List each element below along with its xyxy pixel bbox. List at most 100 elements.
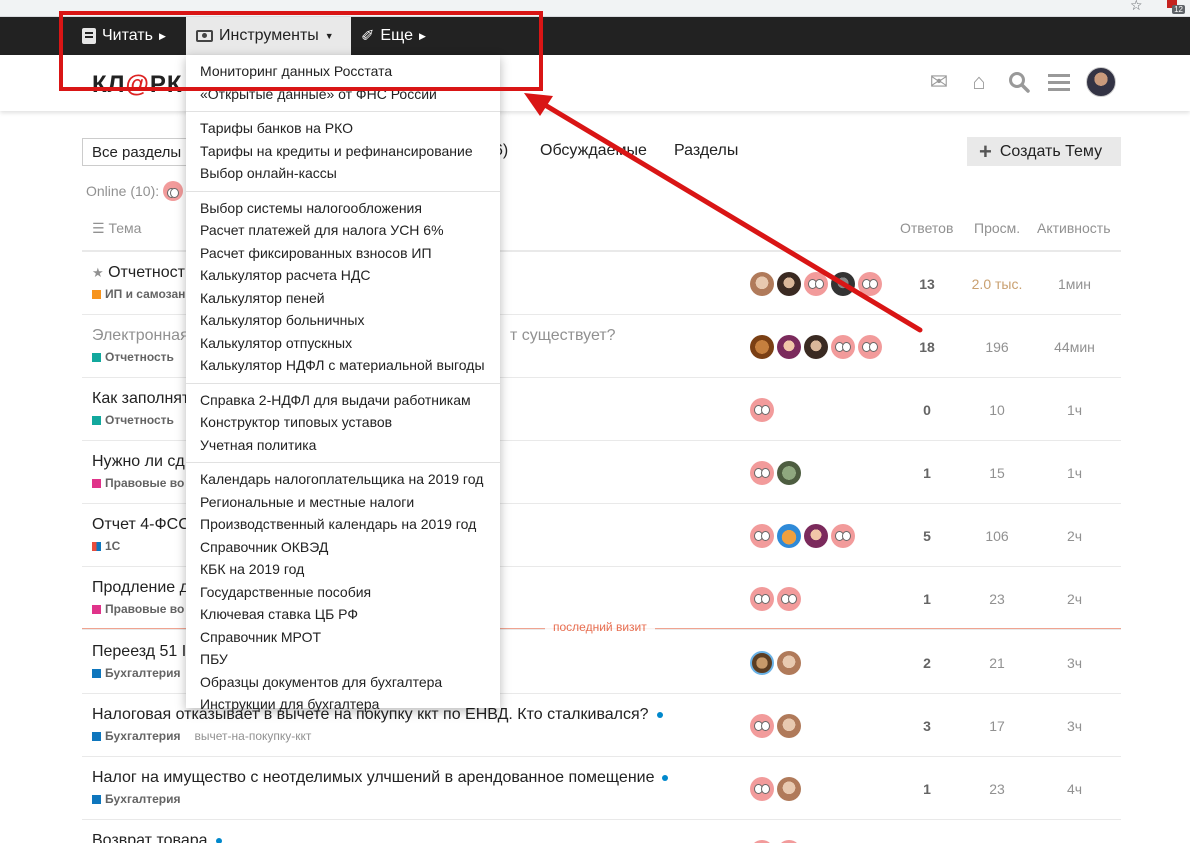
topic-category[interactable]: ИП и самозан — [92, 287, 185, 301]
reply-count[interactable]: 1 — [902, 465, 952, 481]
poster-avatar[interactable] — [750, 587, 774, 611]
poster-avatar[interactable] — [831, 524, 855, 548]
poster-avatar[interactable] — [750, 272, 774, 296]
topic-title[interactable]: ★ Отчетност — [92, 264, 185, 282]
search-icon[interactable] — [1006, 69, 1032, 95]
topic-category[interactable]: Правовые во — [92, 476, 184, 490]
poster-avatar[interactable] — [750, 651, 774, 675]
dropdown-menu-item[interactable]: Расчет фиксированных взносов ИП — [186, 242, 500, 265]
dropdown-menu-item[interactable]: Расчет платежей для налога УСН 6% — [186, 219, 500, 242]
online-user-avatar[interactable] — [163, 181, 184, 201]
column-views[interactable]: Просм. — [974, 220, 1020, 236]
poster-avatar[interactable] — [777, 272, 801, 296]
dropdown-menu-item[interactable]: Выбор онлайн-кассы — [186, 162, 500, 185]
dropdown-menu-item[interactable]: Тарифы банков на РКО — [186, 117, 500, 140]
poster-avatar[interactable] — [777, 461, 801, 485]
nav-read[interactable]: Читать ▶ — [72, 17, 176, 55]
poster-avatar[interactable] — [858, 272, 882, 296]
topic-title[interactable]: Нужно ли сд — [92, 453, 185, 471]
topic-title[interactable]: Отчет 4-ФСС — [92, 516, 190, 534]
dropdown-menu-item[interactable]: Инструкции для бухгалтера — [186, 693, 500, 716]
user-avatar[interactable] — [1086, 67, 1116, 97]
poster-avatar[interactable] — [750, 398, 774, 422]
reply-count[interactable]: 3 — [902, 718, 952, 734]
poster-avatar[interactable] — [750, 461, 774, 485]
category-select[interactable]: Все разделы — [82, 138, 192, 166]
bookmark-star-icon[interactable]: ☆ — [1130, 0, 1143, 14]
topic-category[interactable]: Бухгалтерия вычет-на-покупку-ккт — [92, 729, 311, 743]
poster-avatar[interactable] — [804, 335, 828, 359]
tab-sections[interactable]: Разделы — [674, 142, 738, 160]
topic-category[interactable]: Бухгалтерия — [92, 666, 181, 680]
topic-category[interactable]: Бухгалтерия — [92, 792, 181, 806]
hamburger-menu-icon[interactable] — [1046, 69, 1072, 95]
dropdown-menu-item[interactable]: Калькулятор НДФЛ с материальной выгоды — [186, 354, 500, 377]
poster-avatar[interactable] — [777, 524, 801, 548]
poster-avatar[interactable] — [831, 272, 855, 296]
dropdown-menu-item[interactable]: Ключевая ставка ЦБ РФ — [186, 603, 500, 626]
topic-title[interactable]: Продление д — [92, 579, 189, 597]
create-topic-button[interactable]: + Создать Тему — [967, 137, 1121, 166]
poster-avatar[interactable] — [777, 587, 801, 611]
poster-avatar[interactable] — [777, 651, 801, 675]
reply-count[interactable]: 1 — [902, 781, 952, 797]
poster-avatar[interactable] — [750, 714, 774, 738]
table-row[interactable]: Налог на имущество с неотделимых улчшени… — [82, 757, 1121, 820]
poster-avatar[interactable] — [750, 524, 774, 548]
poster-avatar[interactable] — [750, 335, 774, 359]
site-logo[interactable]: КЛ@РК — [92, 71, 183, 99]
poster-avatar[interactable] — [750, 777, 774, 801]
dropdown-menu-item[interactable]: Региональные и местные налоги — [186, 491, 500, 514]
activity-time[interactable]: 1ч — [1037, 465, 1112, 481]
reply-count[interactable]: 1 — [902, 591, 952, 607]
column-replies[interactable]: Ответов — [900, 220, 953, 236]
poster-avatar[interactable] — [858, 335, 882, 359]
reply-count[interactable]: 0 — [902, 402, 952, 418]
dropdown-menu-item[interactable]: Калькулятор отпускных — [186, 332, 500, 355]
activity-time[interactable]: 3ч — [1037, 655, 1112, 671]
topic-title[interactable]: Как заполнят — [92, 390, 189, 408]
table-row[interactable]: Возврат товара — [82, 820, 1121, 843]
topic-title[interactable]: Налог на имущество с неотделимых улчшени… — [92, 769, 669, 787]
dropdown-menu-item[interactable]: Мониторинг данных Росстата — [186, 60, 500, 83]
poster-avatar[interactable] — [777, 714, 801, 738]
dropdown-menu-item[interactable]: Выбор системы налогообложения — [186, 197, 500, 220]
dropdown-menu-item[interactable]: Калькулятор пеней — [186, 287, 500, 310]
dropdown-menu-item[interactable]: ПБУ — [186, 648, 500, 671]
dropdown-menu-item[interactable]: Государственные пособия — [186, 581, 500, 604]
dropdown-menu-item[interactable]: Калькулятор расчета НДС — [186, 264, 500, 287]
dropdown-menu-item[interactable]: Учетная политика — [186, 434, 500, 457]
home-icon[interactable]: ⌂ — [966, 69, 992, 95]
topic-title[interactable]: Возврат товара — [92, 832, 222, 843]
activity-time[interactable]: 2ч — [1037, 591, 1112, 607]
reply-count[interactable]: 13 — [902, 276, 952, 292]
activity-time[interactable]: 1мин — [1037, 276, 1112, 292]
topic-tag[interactable]: вычет-на-покупку-ккт — [195, 729, 312, 743]
poster-avatar[interactable] — [804, 272, 828, 296]
activity-time[interactable]: 3ч — [1037, 718, 1112, 734]
nav-tools[interactable]: Инструменты ▼ — [186, 17, 351, 55]
dropdown-menu-item[interactable]: КБК на 2019 год — [186, 558, 500, 581]
dropdown-menu-item[interactable]: Производственный календарь на 2019 год — [186, 513, 500, 536]
dropdown-menu-item[interactable]: Конструктор типовых уставов — [186, 411, 500, 434]
dropdown-menu-item[interactable]: Календарь налогоплательщика на 2019 год — [186, 468, 500, 491]
envelope-icon[interactable]: ✉ — [926, 69, 952, 95]
topic-title[interactable]: Переезд 51 I — [92, 643, 186, 661]
tab-discussed[interactable]: Обсуждаемые — [540, 142, 647, 160]
column-activity[interactable]: Активность — [1037, 220, 1111, 236]
topic-category[interactable]: 1С — [92, 539, 120, 553]
poster-avatar[interactable] — [777, 777, 801, 801]
dropdown-menu-item[interactable]: Тарифы на кредиты и рефинансирование — [186, 140, 500, 163]
topic-category[interactable]: Отчетность — [92, 413, 174, 427]
activity-time[interactable]: 44мин — [1037, 339, 1112, 355]
dropdown-menu-item[interactable]: Справочник ОКВЭД — [186, 536, 500, 559]
activity-time[interactable]: 4ч — [1037, 781, 1112, 797]
reply-count[interactable]: 5 — [902, 528, 952, 544]
reply-count[interactable]: 2 — [902, 655, 952, 671]
dropdown-menu-item[interactable]: «Открытые данные» от ФНС России — [186, 83, 500, 106]
topic-title[interactable]: Электронная т существует? — [92, 327, 616, 345]
dropdown-menu-item[interactable]: Образцы документов для бухгалтера — [186, 671, 500, 694]
topic-category[interactable]: Отчетность — [92, 350, 174, 364]
poster-avatar[interactable] — [777, 335, 801, 359]
dropdown-menu-item[interactable]: Справочник МРОТ — [186, 626, 500, 649]
